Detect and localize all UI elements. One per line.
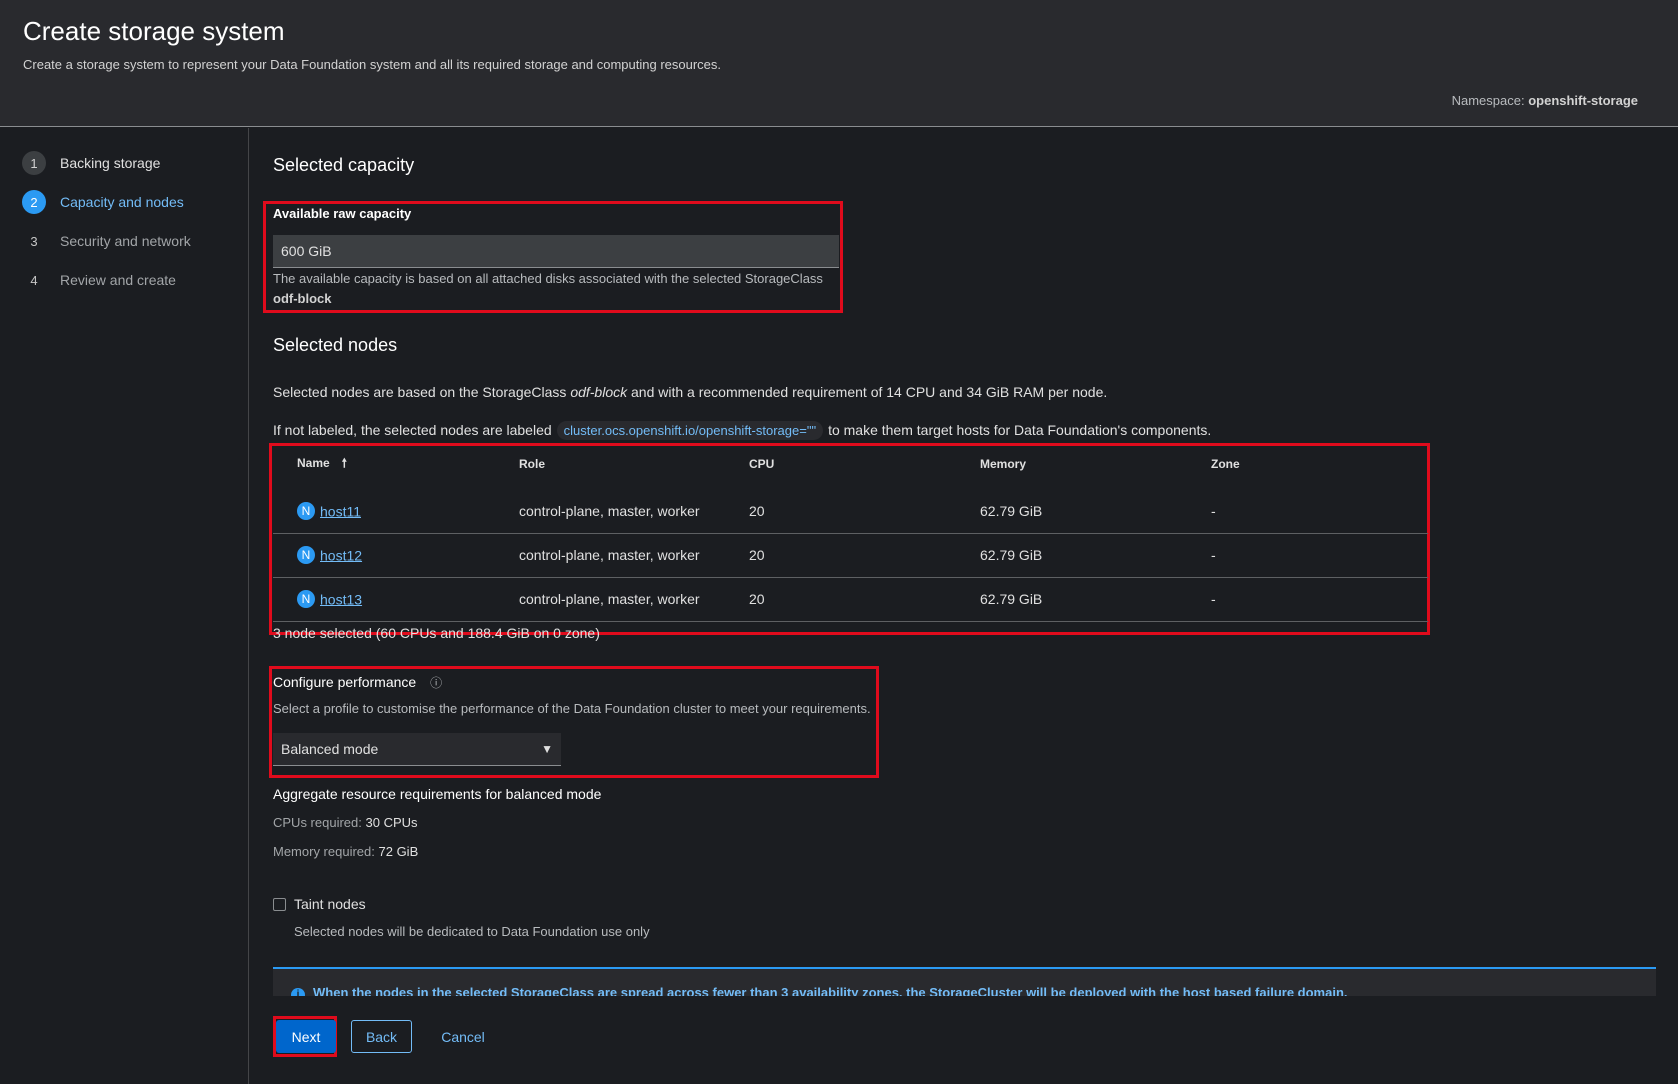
step-number: 2	[22, 190, 46, 214]
wizard-nav: 1 Backing storage 2 Capacity and nodes 3…	[0, 128, 249, 1084]
performance-label-text: Configure performance	[273, 674, 417, 690]
selected-nodes-title: Selected nodes	[273, 335, 398, 355]
info-icon: i	[291, 987, 305, 996]
alert-text: i When the nodes in the selected StorageC…	[291, 985, 1348, 996]
taint-nodes-helper: Selected nodes will be dedicated to Data…	[294, 924, 650, 939]
performance-helper-text: Select a profile to customise the perfor…	[273, 701, 871, 716]
column-header-zone: Zone	[1211, 457, 1240, 471]
selected-capacity-title: Selected capacity	[273, 155, 415, 175]
label-info-suffix: to make them target hosts for Data Found…	[828, 422, 1212, 438]
cpu-requirement-label: CPUs required:	[273, 815, 362, 830]
available-capacity-label: Available raw capacity	[273, 206, 412, 221]
nodes-summary: 3 node selected (60 CPUs and 188.4 GiB o…	[273, 625, 600, 641]
nodes-desc-prefix: Selected nodes are based on the StorageC…	[273, 384, 571, 400]
alert-message: When the nodes in the selected StorageCl…	[313, 985, 1348, 996]
node-memory-cell: 62.79 GiB	[956, 577, 1187, 622]
memory-requirement-value: 72 GiB	[378, 844, 419, 859]
nodes-label-info: If not labeled, the selected nodes are l…	[273, 421, 1211, 440]
available-capacity-input[interactable]	[273, 235, 839, 268]
step-number: 4	[30, 272, 38, 288]
sort-ascending-icon[interactable]: 🠕	[342, 456, 347, 470]
requirements-title: Aggregate resource requirements for bala…	[273, 786, 602, 802]
taint-nodes-checkbox[interactable]	[273, 898, 286, 911]
wizard-step-review-and-create: 4 Review and create	[22, 267, 176, 293]
node-role-cell: control-plane, master, worker	[495, 489, 725, 534]
configure-performance-label: Configure performance ⓘ	[273, 674, 442, 691]
node-memory-cell: 62.79 GiB	[956, 533, 1187, 578]
step-label: Review and create	[60, 272, 176, 288]
step-number: 3	[30, 233, 38, 249]
node-cpu-cell: 20	[725, 533, 956, 578]
cpu-requirement-value: 30 CPUs	[365, 815, 418, 830]
node-role-cell: control-plane, master, worker	[495, 533, 725, 578]
column-header-cpu: CPU	[749, 457, 775, 471]
nodes-desc-suffix: and with a recommended requirement of 14…	[627, 384, 1108, 400]
nodes-description: Selected nodes are based on the StorageC…	[273, 384, 1107, 400]
node-role-cell: control-plane, master, worker	[495, 577, 725, 622]
node-badge-icon: N	[297, 501, 315, 520]
cancel-button[interactable]: Cancel	[433, 1020, 493, 1053]
node-link-host11[interactable]: host11	[320, 503, 361, 519]
node-name-cell: Nhost13	[273, 577, 495, 622]
cpu-requirement: CPUs required: 30 CPUs	[273, 815, 418, 830]
step-label: Capacity and nodes	[60, 194, 184, 210]
wizard-step-capacity-and-nodes[interactable]: 2 Capacity and nodes	[22, 189, 184, 215]
node-cpu-cell: 20	[725, 577, 956, 622]
back-button[interactable]: Back	[351, 1020, 412, 1053]
help-icon[interactable]: ⓘ	[430, 676, 442, 690]
memory-requirement-label: Memory required:	[273, 844, 375, 859]
node-name-cell: Nhost12	[273, 533, 495, 578]
node-zone-cell: -	[1187, 577, 1428, 622]
next-button[interactable]: Next	[276, 1020, 336, 1053]
node-cpu-cell: 20	[725, 489, 956, 534]
info-alert: i When the nodes in the selected StorageC…	[273, 967, 1656, 996]
column-header-memory: Memory	[980, 457, 1027, 471]
table-row: Nhost13 control-plane, master, worker 20…	[273, 577, 1428, 622]
step-label: Backing storage	[60, 155, 161, 171]
capacity-storage-class: odf-block	[273, 291, 332, 306]
performance-mode-value: Balanced mode	[281, 741, 379, 757]
column-header-role: Role	[519, 457, 546, 471]
page-description: Create a storage system to represent you…	[23, 57, 722, 72]
node-link-host13[interactable]: host13	[320, 591, 362, 607]
step-label: Security and network	[60, 233, 191, 249]
namespace-label: Namespace:	[1451, 93, 1525, 108]
node-name-cell: Nhost11	[273, 489, 495, 534]
node-zone-cell: -	[1187, 489, 1428, 534]
step-number: 1	[22, 151, 46, 175]
namespace-value: openshift-storage	[1528, 93, 1638, 108]
node-zone-cell: -	[1187, 533, 1428, 578]
namespace-indicator: Namespace: openshift-storage	[1452, 93, 1638, 108]
table-header-row: Name 🠕 Role CPU Memory Zone	[273, 439, 1428, 489]
label-info-prefix: If not labeled, the selected nodes are l…	[273, 422, 552, 438]
capacity-helper-desc: The available capacity is based on all a…	[273, 271, 823, 286]
memory-requirement: Memory required: 72 GiB	[273, 844, 418, 859]
node-badge-icon: N	[297, 546, 315, 565]
node-memory-cell: 62.79 GiB	[956, 489, 1187, 534]
node-link-host12[interactable]: host12	[320, 547, 362, 563]
page-header: Create storage system Create a storage s…	[0, 0, 1678, 127]
node-badge-icon: N	[297, 590, 315, 609]
nodes-desc-class: odf-block	[570, 384, 628, 400]
table-row: Nhost12 control-plane, master, worker 20…	[273, 533, 1428, 578]
wizard-step-security-and-network: 3 Security and network	[22, 228, 191, 254]
capacity-helper-text: The available capacity is based on all a…	[273, 269, 833, 309]
nodes-table: Name 🠕 Role CPU Memory Zone Nhost11 contr…	[273, 439, 1428, 622]
performance-mode-select[interactable]: Balanced mode ▼	[273, 733, 561, 766]
caret-down-icon: ▼	[541, 742, 553, 756]
taint-nodes-label[interactable]: Taint nodes	[294, 896, 366, 912]
node-label-chip: cluster.ocs.openshift.io/openshift-stora…	[556, 421, 824, 440]
page-title: Create storage system	[23, 16, 285, 46]
column-header-name[interactable]: Name 🠕	[273, 439, 495, 489]
wizard-step-backing-storage[interactable]: 1 Backing storage	[22, 150, 160, 176]
table-row: Nhost11 control-plane, master, worker 20…	[273, 489, 1428, 534]
